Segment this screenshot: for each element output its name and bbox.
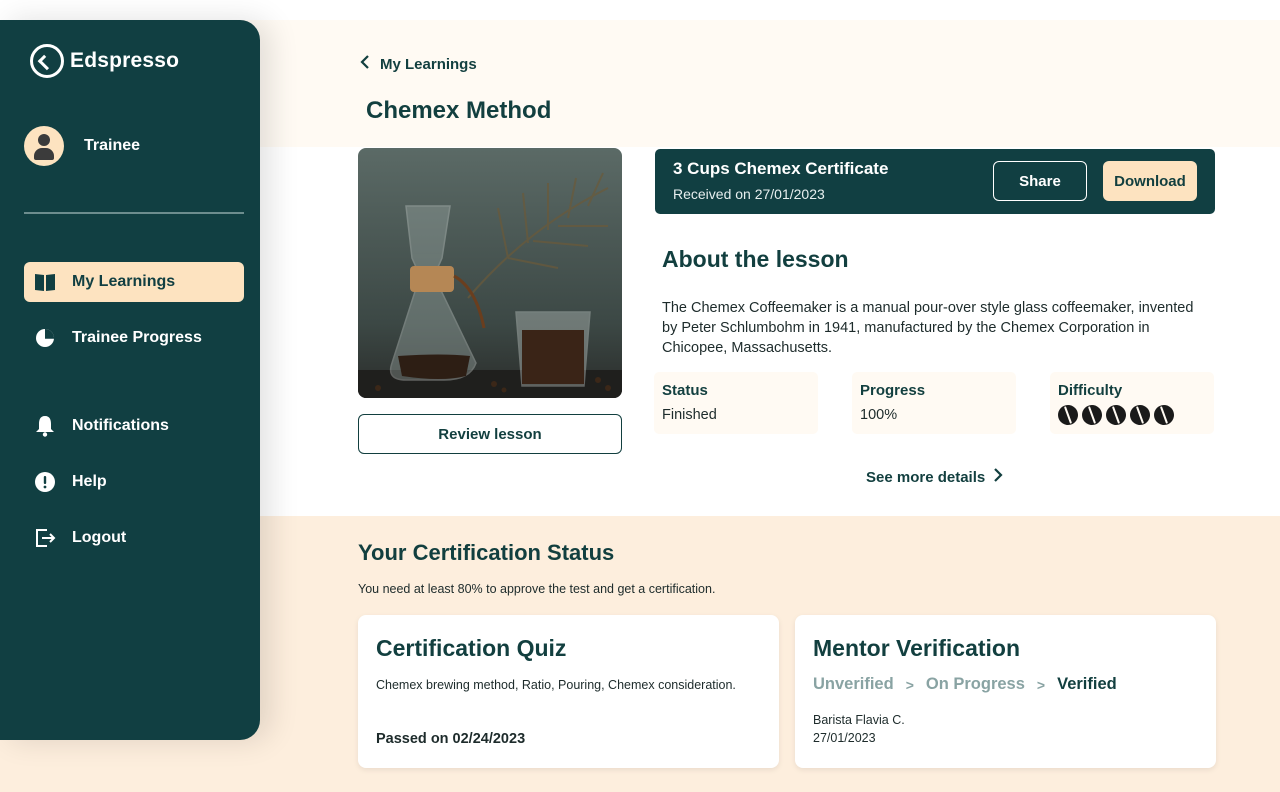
back-link[interactable]: My Learnings (360, 54, 477, 74)
pie-chart-icon (32, 325, 58, 351)
sidebar: Edspresso Trainee My Learnings Trainee P… (0, 20, 260, 740)
verification-steps: Unverified > On Progress > Verified (813, 675, 1117, 694)
sidebar-item-help[interactable]: Help (24, 462, 244, 502)
coffee-bean-icon (1102, 401, 1130, 429)
certification-status-title: Your Certification Status (358, 540, 615, 565)
certificate-banner: 3 Cups Chemex Certificate Received on 27… (655, 149, 1215, 214)
see-more-label: See more details (866, 468, 986, 486)
review-lesson-button[interactable]: Review lesson (358, 414, 622, 454)
step-on-progress: On Progress (925, 675, 1025, 693)
certificate-title: 3 Cups Chemex Certificate (673, 159, 889, 178)
bell-icon (32, 413, 58, 439)
page-title: Chemex Method (366, 97, 552, 124)
logo-icon (30, 44, 64, 78)
chevron-right-icon: > (1036, 676, 1046, 693)
see-more-details-link[interactable]: See more details (866, 467, 1003, 487)
chevron-right-icon (993, 467, 1003, 487)
status-label: Status (662, 382, 708, 399)
progress-value: 100% (860, 407, 898, 423)
mentor-date: 27/01/2023 (813, 731, 876, 745)
difficulty-card: Difficulty (1050, 372, 1214, 434)
progress-label: Progress (860, 382, 926, 399)
alert-circle-icon (32, 469, 58, 495)
status-card: Status Finished (654, 372, 818, 434)
share-button[interactable]: Share (993, 161, 1087, 201)
status-value: Finished (662, 407, 717, 423)
step-verified: Verified (1057, 675, 1117, 693)
avatar (24, 126, 64, 166)
difficulty-rating (1054, 401, 1206, 429)
certificate-received-date: Received on 27/01/2023 (673, 186, 825, 202)
lesson-image (358, 148, 622, 398)
sidebar-item-label: My Learnings (72, 273, 176, 290)
certification-quiz-card[interactable]: Certification Quiz Chemex brewing method… (358, 615, 779, 768)
user-profile[interactable]: Trainee (24, 126, 140, 166)
coffee-bean-icon (1150, 401, 1178, 429)
coffee-bean-icon (1078, 401, 1106, 429)
sidebar-item-trainee-progress[interactable]: Trainee Progress (24, 318, 244, 358)
sidebar-item-label: Help (72, 473, 107, 490)
step-unverified: Unverified (813, 675, 894, 693)
quiz-passed-date: Passed on 02/24/2023 (376, 731, 526, 747)
logo-text: Edspresso (70, 49, 180, 72)
about-text: The Chemex Coffeemaker is a manual pour-… (662, 300, 1194, 356)
certification-status-subtitle: You need at least 80% to approve the tes… (358, 582, 716, 596)
sidebar-divider (24, 212, 244, 214)
chevron-left-icon (360, 54, 370, 74)
quiz-topics: Chemex brewing method, Ratio, Pouring, C… (376, 678, 736, 692)
coffee-bean-icon (1054, 401, 1082, 429)
coffee-bean-icon (1126, 401, 1154, 429)
back-link-label: My Learnings (380, 55, 477, 73)
sidebar-item-logout[interactable]: Logout (24, 518, 244, 558)
mentor-name: Barista Flavia C. (813, 713, 905, 727)
sidebar-item-my-learnings[interactable]: My Learnings (24, 262, 244, 302)
sidebar-item-label: Trainee Progress (72, 329, 202, 346)
user-role: Trainee (84, 137, 141, 154)
sidebar-item-label: Logout (72, 529, 127, 546)
sidebar-item-label: Notifications (72, 417, 169, 434)
download-button[interactable]: Download (1103, 161, 1197, 201)
mentor-verification-card: Mentor Verification Unverified > On Prog… (795, 615, 1216, 768)
mentor-title: Mentor Verification (813, 635, 1021, 661)
difficulty-label: Difficulty (1058, 382, 1123, 399)
quiz-title: Certification Quiz (376, 635, 567, 661)
logo[interactable]: Edspresso (30, 44, 179, 78)
logout-icon (32, 525, 58, 551)
about-title: About the lesson (662, 246, 849, 272)
book-icon (32, 269, 58, 295)
progress-card: Progress 100% (852, 372, 1016, 434)
sidebar-item-notifications[interactable]: Notifications (24, 406, 244, 446)
chevron-right-icon: > (905, 676, 914, 693)
